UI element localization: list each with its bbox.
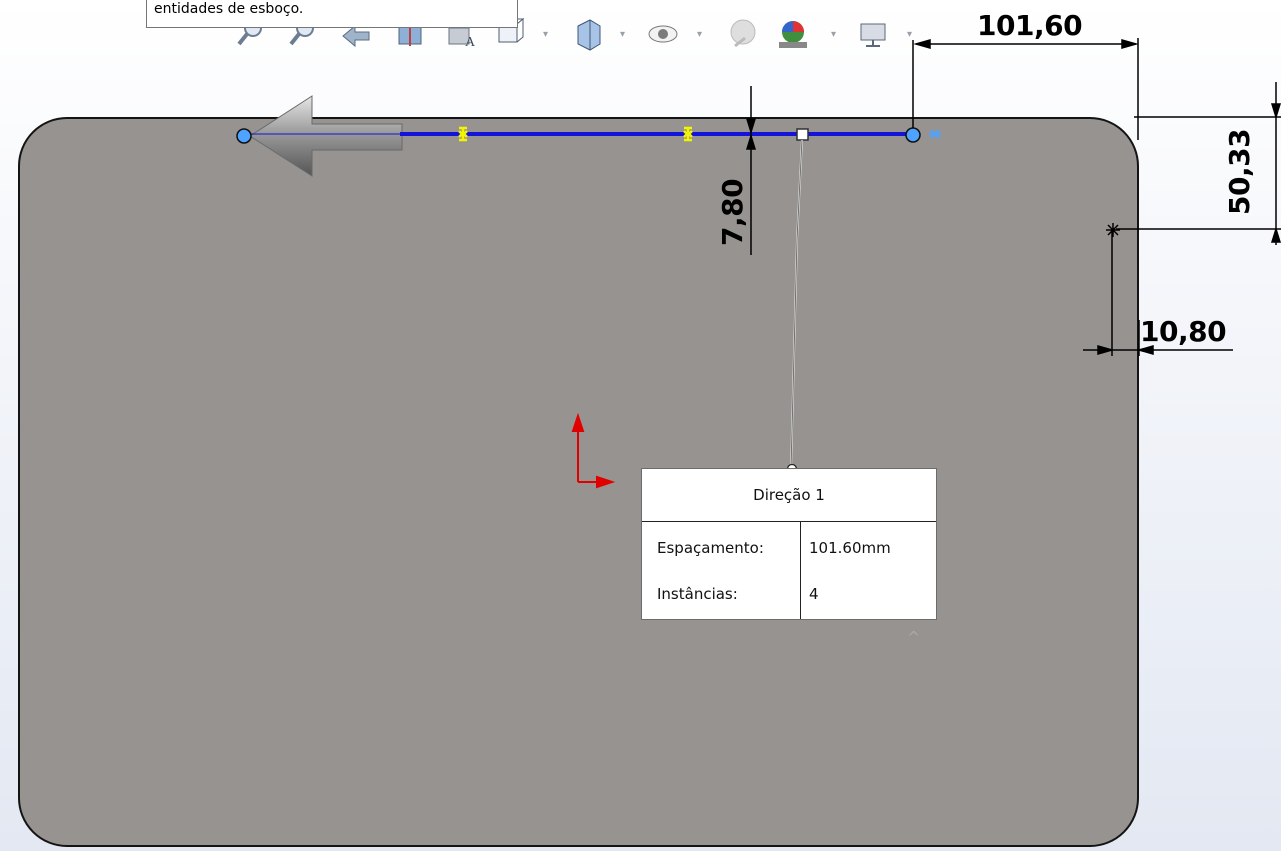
hide-show-items-dropdown[interactable]: ▾ <box>697 29 702 40</box>
view-orientation-dropdown[interactable]: ▾ <box>543 29 548 40</box>
edit-appearance-icon[interactable] <box>725 14 761 54</box>
svg-text:A: A <box>465 35 476 50</box>
graphics-viewport[interactable]: entidades de esboço. A ▾ ▾ ▾ ▾ ▾ 101,60 … <box>0 0 1281 851</box>
display-style-dropdown[interactable]: ▾ <box>620 29 625 40</box>
apply-scene-dropdown[interactable]: ▾ <box>831 29 836 40</box>
tooltip: entidades de esboço. <box>146 0 518 28</box>
instances-label: Instâncias: <box>657 585 738 603</box>
dimension-label-50-33[interactable]: 50,33 <box>1223 129 1256 215</box>
tooltip-text: entidades de esboço. <box>154 1 304 17</box>
instances-value-field[interactable]: 4 <box>809 585 819 603</box>
dimension-label-101-60[interactable]: 101,60 <box>977 12 1083 40</box>
dimension-label-7-80[interactable]: 7,80 <box>716 179 749 246</box>
view-settings-dropdown[interactable]: ▾ <box>907 29 912 40</box>
sketch-point[interactable] <box>1106 223 1120 237</box>
pattern-direction-callout: Direção 1 Espaçamento: 101.60mm Instânci… <box>641 468 937 620</box>
spacing-value-field[interactable]: 101.60mm <box>809 539 891 557</box>
display-style-icon[interactable] <box>570 14 606 54</box>
callout-title: Direção 1 <box>642 469 936 522</box>
sketch-endpoint-left[interactable] <box>236 128 252 144</box>
hide-show-items-icon[interactable] <box>645 14 681 54</box>
apply-scene-icon[interactable] <box>775 14 811 54</box>
sketch-endpoint-right[interactable] <box>905 127 921 143</box>
view-settings-icon[interactable] <box>855 14 891 54</box>
callout-collapse-icon[interactable]: ^ <box>907 628 920 647</box>
dimension-50-33[interactable] <box>1116 82 1281 245</box>
spacing-label: Espaçamento: <box>657 539 764 557</box>
sketch-canvas <box>18 38 1281 847</box>
dimension-label-10-80[interactable]: 10,80 <box>1140 318 1227 346</box>
callout-anchor-handle[interactable] <box>796 128 809 141</box>
callout-divider <box>800 521 801 619</box>
